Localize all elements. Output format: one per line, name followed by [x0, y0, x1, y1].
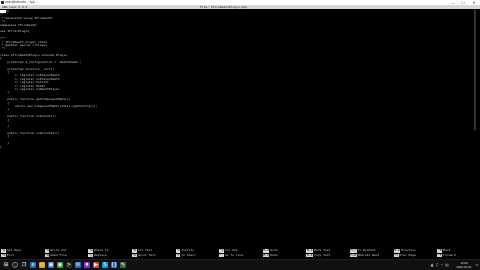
scrollbar-thumb[interactable] [474, 10, 476, 130]
notification-center-icon[interactable]: ▭ [475, 262, 479, 268]
shortcut-label: Justify [181, 249, 194, 252]
start-icon[interactable]: ⊞ [3, 262, 9, 268]
tray-icon[interactable]: ⌁ [440, 262, 444, 267]
windows-taskbar: 12:00 2020-01-01 ▭ ⊞ ◯ ❐ e ▭ ▣ ◉ > ✉ ♦ ▶ S{} ✎ ▲ ♫ ⌁ ▤ [0, 259, 480, 270]
search-icon[interactable]: ◯ [12, 262, 18, 268]
shortcut-key: ^Y [393, 253, 399, 258]
mail-icon[interactable]: ✉ [75, 262, 81, 268]
shortcut-label: Prev Page [399, 253, 416, 257]
shortcut-key: M-W [350, 253, 357, 258]
shortcut-label: WhereIs Next [357, 253, 380, 257]
shortcut-key: ^G [1, 249, 6, 253]
shortcut-key: ^U [131, 253, 137, 258]
nano-file-name: File: IFireDeathPlugin.php [200, 5, 247, 9]
shortcut-label: Write Out [50, 249, 67, 252]
shortcut-key: ^O [44, 249, 50, 253]
shortcut-label: Uncut Text [137, 253, 156, 257]
terminal-icon[interactable]: > [66, 262, 72, 268]
shortcut-label: Replace [94, 253, 107, 257]
taskbar-clock[interactable]: 12:00 2020-01-01 [454, 261, 474, 269]
tray-icon[interactable]: ▲ [430, 262, 434, 267]
shortcut-key: M-6 [306, 253, 314, 258]
shortcut-label: Exit [6, 253, 15, 257]
shortcut-key: ^K [131, 249, 137, 253]
chat-icon[interactable]: S [102, 262, 108, 268]
shortcut-label: Undo [270, 249, 278, 252]
media-icon[interactable]: ▶ [93, 262, 99, 268]
shortcut-key: M-] [350, 249, 357, 253]
nano-version: GNU nano 2.9.3 [2, 5, 28, 9]
shortcut-key: ^R [44, 253, 50, 258]
shortcut-key: ^T [175, 253, 181, 258]
shortcut-key: ^X [1, 253, 6, 258]
terminal-app-icon [1, 1, 4, 4]
shortcut-label: Forward [443, 253, 456, 257]
shortcut-key: ^W [88, 249, 94, 253]
taskview-icon[interactable]: ❐ [21, 262, 27, 268]
editor-icon[interactable]: ✎ [120, 262, 126, 268]
shortcut-label: To Spell [181, 253, 196, 257]
text-cursor [0, 10, 6, 14]
shortcut-key: ^B [437, 249, 443, 253]
shortcut-label: Get Help [6, 249, 22, 252]
shortcut-label: Read File [50, 253, 67, 257]
shortcut-label: Mark Text [314, 249, 331, 252]
tray-icon[interactable]: ▤ [445, 262, 449, 267]
shortcut-label: Back [443, 249, 451, 252]
shortcut-label: Previous [401, 249, 416, 252]
app-icon[interactable]: ♦ [84, 262, 90, 268]
browser-icon[interactable]: e [30, 262, 36, 268]
code-icon[interactable]: {} [111, 262, 117, 268]
nano-shortcut-bar: ^G Get Help ^O Write Out ^W Where Is ^K Cut Tex… [0, 249, 480, 259]
shortcut-label: Cur Pos [224, 249, 238, 252]
store-icon[interactable]: ▣ [48, 262, 54, 268]
shortcut-label: Redo [270, 253, 278, 257]
shortcut-key: ^_ [219, 253, 224, 258]
shortcut-key: ^\ [88, 253, 94, 258]
shortcut-key: ^C [219, 249, 224, 253]
shortcut-key: ^F [437, 253, 443, 258]
code-line: } [0, 144, 2, 149]
chrome-icon[interactable]: ◉ [57, 262, 63, 268]
shortcut-label: Cut Text [137, 249, 153, 252]
code-editor-area[interactable]: <?php/* * Generated using IFireDeath */n… [0, 10, 472, 250]
shortcut-label: Copy Text [314, 253, 331, 257]
folder-icon[interactable]: ▭ [39, 262, 45, 268]
shortcut-key: M-U [262, 249, 270, 253]
tray-icon[interactable]: ♫ [435, 262, 439, 267]
clock-date: 2020-01-01 [456, 265, 472, 269]
shortcut-key: M-Q [393, 249, 401, 253]
shortcut-key: M-A [306, 249, 314, 253]
shortcut-key: ^J [175, 249, 181, 253]
shortcut-label: To Bracket [357, 249, 376, 252]
shortcut-label: Where Is [94, 249, 109, 252]
nano-header-bar: GNU nano 2.9.3 File: IFireDeathPlugin.ph… [0, 5, 480, 9]
shortcut-key: M-E [262, 253, 270, 258]
shortcut-label: Go To Line [224, 253, 244, 257]
